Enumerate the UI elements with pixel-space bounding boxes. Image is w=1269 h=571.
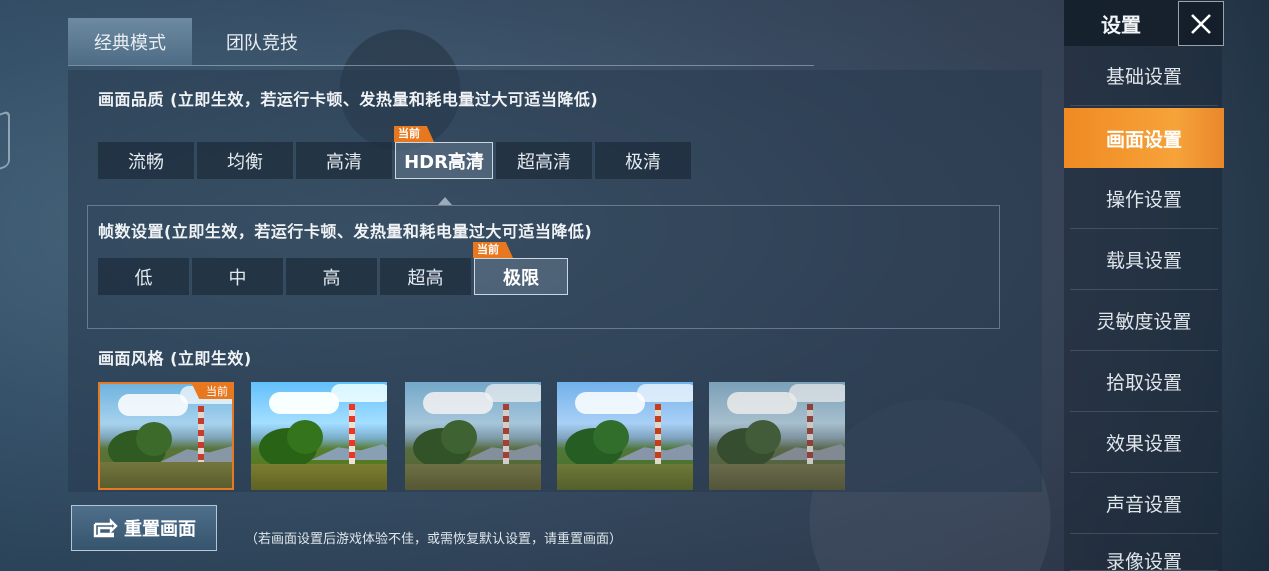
- framerate-option-ultra[interactable]: 超高: [380, 258, 471, 295]
- quality-selector: 流畅 均衡 高清 当前 HDR高清 超高清 极清: [98, 126, 691, 179]
- pointer-arrow-icon: [438, 197, 452, 205]
- mode-tabs: 经典模式 团队竞技: [68, 18, 814, 66]
- quality-option-hdr-label: HDR高清: [404, 151, 484, 173]
- sidebar-item-vehicle[interactable]: 载具设置: [1070, 230, 1218, 290]
- reset-hint: （若画面设置后游戏体验不佳，或需恢复默认设置，请重置画面）: [245, 532, 623, 547]
- quality-option-smooth[interactable]: 流畅: [98, 142, 194, 179]
- sidebar-item-sensitivity[interactable]: 灵敏度设置: [1070, 291, 1218, 351]
- reset-graphics-button[interactable]: 重置画面: [71, 505, 217, 551]
- sidebar-item-controls[interactable]: 操作设置: [1070, 169, 1218, 229]
- reset-icon: [93, 518, 118, 538]
- reset-label: 重置画面: [124, 519, 196, 540]
- quality-option-ultra-hd[interactable]: 超高清: [496, 142, 592, 179]
- tab-team-deathmatch[interactable]: 团队竞技: [192, 18, 332, 65]
- close-button[interactable]: [1178, 1, 1224, 46]
- style-title: 画面风格 (立即生效): [98, 349, 252, 368]
- sidebar-item-basic[interactable]: 基础设置: [1070, 46, 1218, 106]
- quality-option-balanced[interactable]: 均衡: [197, 142, 293, 179]
- framerate-option-low[interactable]: 低: [98, 258, 189, 295]
- style-thumbnail[interactable]: [251, 382, 387, 490]
- close-icon: [1191, 13, 1211, 34]
- sidebar-item-effects[interactable]: 效果设置: [1070, 413, 1218, 473]
- style-thumbnail[interactable]: 当前: [98, 382, 234, 490]
- framerate-option-medium[interactable]: 中: [192, 258, 283, 295]
- quality-option-extreme[interactable]: 极清: [595, 142, 691, 179]
- style-thumbnail[interactable]: [557, 382, 693, 490]
- edge-decoration: [0, 109, 10, 177]
- quality-option-hd[interactable]: 高清: [296, 142, 392, 179]
- sidebar-title: 设置: [1064, 0, 1178, 46]
- sidebar-item-pickup[interactable]: 拾取设置: [1070, 352, 1218, 412]
- framerate-title: 帧数设置(立即生效，若运行卡顿、发热量和耗电量过大可适当降低): [98, 222, 593, 241]
- style-thumbnail[interactable]: [405, 382, 541, 490]
- framerate-option-extreme-label: 极限: [503, 267, 539, 289]
- framerate-selector: 低 中 高 超高 当前 极限: [98, 242, 568, 295]
- sidebar-item-recording[interactable]: 录像设置: [1070, 535, 1218, 571]
- sidebar-item-graphics[interactable]: 画面设置: [1064, 108, 1224, 168]
- sidebar-item-sound[interactable]: 声音设置: [1070, 474, 1218, 534]
- quality-option-hdr[interactable]: 当前 HDR高清: [394, 126, 493, 179]
- style-thumbnail[interactable]: [709, 382, 845, 490]
- quality-title: 画面品质 (立即生效，若运行卡顿、发热量和耗电量过大可适当降低): [98, 90, 599, 109]
- framerate-option-extreme[interactable]: 当前 极限: [473, 242, 568, 295]
- framerate-option-high[interactable]: 高: [286, 258, 377, 295]
- tab-classic-mode[interactable]: 经典模式: [68, 18, 192, 65]
